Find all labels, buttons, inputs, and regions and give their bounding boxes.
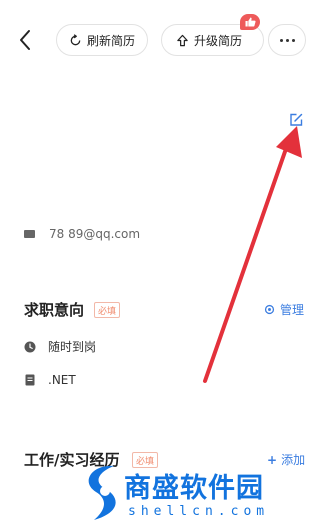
position-text: .NET <box>48 373 76 387</box>
job-intent-title: 求职意向 <box>24 301 85 319</box>
more-button[interactable] <box>268 24 306 56</box>
top-bar: 刷新简历 升级简历 <box>0 0 321 80</box>
upload-arrow-icon <box>175 33 189 47</box>
required-tag: 必填 <box>94 302 121 318</box>
watermark-logo-icon <box>88 465 116 520</box>
manage-button[interactable]: 管理 <box>264 301 304 318</box>
document-icon <box>24 374 36 386</box>
clock-icon <box>24 341 36 353</box>
back-arrow-icon[interactable] <box>14 27 38 53</box>
thumbs-up-icon <box>245 17 256 27</box>
more-icon <box>279 38 283 42</box>
availability-item[interactable]: 随时到岗 <box>24 338 96 355</box>
mail-icon <box>24 230 35 238</box>
position-item[interactable]: .NET <box>24 373 76 387</box>
gear-icon <box>264 304 275 315</box>
thumbs-up-badge <box>240 14 260 30</box>
refresh-resume-button[interactable]: 刷新简历 <box>56 24 148 56</box>
contact-email: 78 89@qq.com <box>24 227 140 241</box>
manage-label: 管理 <box>280 303 305 317</box>
email-text: 78 89@qq.com <box>49 227 141 241</box>
edit-icon[interactable] <box>289 113 303 127</box>
watermark-subtitle: shellcn.com <box>128 504 270 519</box>
watermark-title: 商盛软件园 <box>124 473 264 504</box>
watermark: 商盛软件园 shellcn.com <box>78 458 318 528</box>
refresh-icon <box>68 33 82 47</box>
refresh-resume-label: 刷新简历 <box>87 33 136 48</box>
upgrade-resume-label: 升级简历 <box>194 33 243 48</box>
availability-text: 随时到岗 <box>48 340 97 354</box>
